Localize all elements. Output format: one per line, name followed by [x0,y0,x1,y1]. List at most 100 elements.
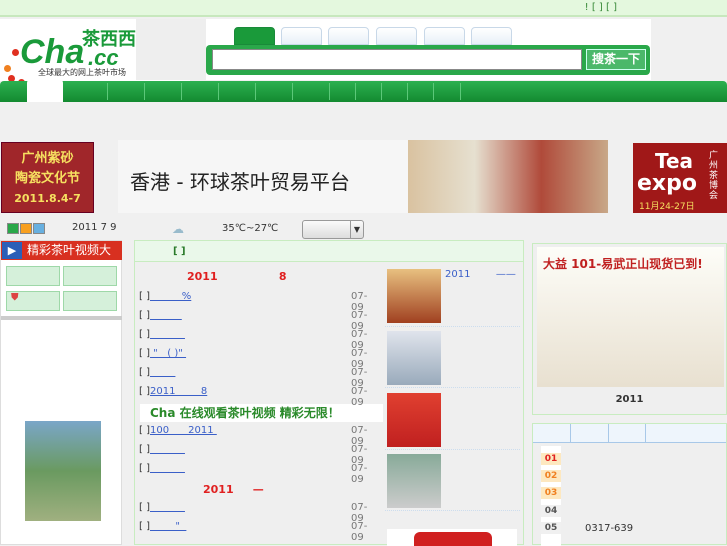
rank-number: 03 [541,487,561,499]
news-row: [ ] 07-09 [139,310,379,332]
news-link[interactable]: " [150,521,186,532]
left-sidebar: ▶ 精彩茶叶视频大全 ⛊ [0,240,122,545]
ad-text: 香港 - 环球茶叶贸易平台 [130,170,350,194]
weather-icon: ☁ [172,222,184,236]
ad-line: Tea [655,149,694,173]
news-link[interactable]: 100 2011 [150,425,217,436]
ranking-tab[interactable] [646,424,726,442]
news-thumbnail[interactable] [387,454,441,508]
search-tab-5[interactable] [424,27,465,45]
ranking-panel: 01 02 03 04 05 0317-639 [532,423,727,546]
ranking-tab[interactable] [609,424,646,442]
news-link[interactable] [150,367,175,378]
search-tab-4[interactable] [376,27,417,45]
category-link[interactable]: [ ] [139,310,150,321]
header-spacer [136,19,206,80]
news-date: 07-09 [351,521,368,543]
sidebar-button[interactable] [63,266,117,286]
search-tab-6[interactable] [471,27,512,45]
category-link[interactable]: [ ] [139,367,150,378]
news-link[interactable] [150,502,185,513]
chevron-down-icon: ▼ [350,221,363,238]
temperature: 35℃~27℃ [222,223,279,234]
news-header: [ ] [135,241,523,262]
headline[interactable]: 2011 8 [187,270,287,283]
search-tab-1[interactable] [234,27,275,45]
ad-line: 陶瓷文化节 [14,171,80,186]
video-link[interactable]: ▶ 精彩茶叶视频大全 [1,241,122,276]
rank-number: 02 [541,470,561,482]
featured-ad-text: 大益 101-易武正山现货已到! [543,257,703,271]
news-link[interactable] [150,444,185,455]
ad-line: 广州茶博会 [709,151,719,201]
market-ad-image[interactable] [25,421,101,521]
search-tab-3[interactable] [328,27,369,45]
date-text: 2011 7 9 [72,222,117,233]
thumbnail-caption[interactable]: 2011 —— [445,269,516,280]
search-box: 搜茶一下 [206,45,650,75]
search-tab-2[interactable] [281,27,322,45]
news-link[interactable] [150,329,185,340]
news-thumbnail[interactable] [387,331,441,385]
news-row: [ ] 07-09 [139,367,379,389]
category-link[interactable]: [ ] [139,502,150,513]
ad-line: expo [637,171,697,196]
rank-item[interactable]: 0317-639 [585,523,633,534]
ad-zisha-festival[interactable]: 广州紫砂 陶瓷文化节 2011.8.4-7 [1,142,94,213]
search-area: 搜茶一下 [206,19,651,80]
headline[interactable]: 2011 — [203,483,264,496]
ranking-tab[interactable] [571,424,609,442]
theme-orange[interactable] [20,223,32,234]
ranking-tab[interactable] [533,424,571,442]
theme-green[interactable] [7,223,19,234]
news-row: [ ] % 07-09 [139,291,379,313]
news-row: [ ] 07-09 [139,329,379,351]
news-date: 07-09 [351,463,368,485]
news-thumbnail[interactable] [387,269,441,323]
main-nav [0,81,727,102]
news-row: [ ] 07-09 [139,502,379,524]
category-link[interactable]: [ ] [139,521,150,532]
city-select[interactable]: ▼ [302,220,364,239]
news-row: [ ] " 07-09 [139,521,379,543]
news-row: [ ] " ( )" 07-09 [139,348,379,370]
sidebar-button[interactable] [6,266,60,286]
news-row: [ ] 07-09 [139,444,379,466]
news-link[interactable]: % [150,291,192,302]
sidebar-button[interactable] [63,291,117,311]
ad-line: 2011.8.4-7 [14,192,81,205]
ad-hk-tea-trade[interactable]: 香港 - 环球茶叶贸易平台 [118,140,608,213]
video-banner[interactable]: Cha 在线观看茶叶视频 精彩无限！ [140,404,383,422]
news-link[interactable] [150,463,185,474]
tea-image [408,140,608,213]
news-row: [ ]2011 8 07-09 [139,386,379,408]
theme-switcher [7,223,46,237]
news-link[interactable] [150,310,182,321]
category-link[interactable]: [ ] [139,348,150,359]
category-link[interactable]: [ ] [139,291,150,302]
news-link[interactable]: " ( )" [150,348,186,359]
ad-line: 11月24-27日 [639,202,695,212]
category-link[interactable]: [ ] [139,463,150,474]
theme-blue[interactable] [33,223,45,234]
featured-caption: 2011 [615,394,644,405]
shield-icon: ⛊ [11,292,19,303]
sidebar-button[interactable]: ⛊ [6,291,60,311]
search-button[interactable]: 搜茶一下 [586,49,646,70]
search-input[interactable] [212,49,582,70]
category-link[interactable]: [ ] [139,425,150,436]
featured-ad[interactable]: 大益 101-易武正山现货已到! 2011 [532,243,727,415]
rank-number: 01 [541,453,561,465]
news-link[interactable]: 2011 8 [150,386,207,397]
nav-home-tab[interactable] [27,79,63,102]
featured-image: 大益 101-易武正山现货已到! [537,247,724,387]
ad-tea-expo[interactable]: Tea expo 广州茶博会 11月24-27日 [633,143,727,213]
ad-line: 广州紫砂 [21,151,74,166]
news-thumbnail[interactable] [387,393,441,447]
logo-slogan: 全球最大的网上茶叶市场 [38,68,126,77]
logo-chinese: 茶西西 [82,29,136,50]
category-link[interactable]: [ ] [139,444,150,455]
category-link[interactable]: [ ] [139,329,150,340]
top-links[interactable]: ! [ ] [ ] [585,2,617,13]
category-link[interactable]: [ ] [139,386,150,397]
